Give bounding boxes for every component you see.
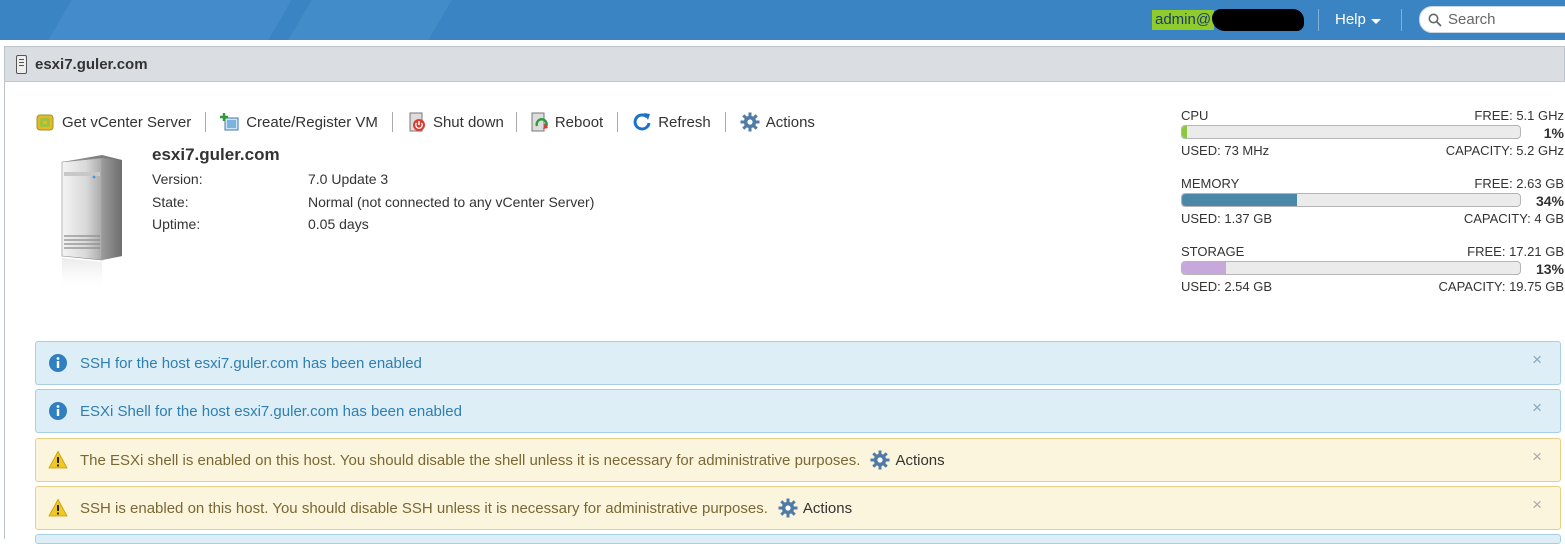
toolbar-item-label[interactable]: Shut down [433,114,504,131]
toolbar-item-label[interactable]: Reboot [555,114,603,131]
search-input[interactable] [1448,11,1565,28]
server-icon [61,155,122,294]
alert-actions-label[interactable]: Actions [803,500,852,517]
resource-used: USED: 1.37 GB [1181,211,1273,226]
host-name: esxi7.guler.com [152,145,280,164]
help-menu[interactable]: Help [1335,10,1381,30]
resource-capacity: CAPACITY: 4 GB [1463,211,1564,226]
toolbar-divider [515,112,517,132]
user-menu[interactable]: admin@ [1152,9,1305,31]
alert-text: SSH is enabled on this host. You should … [80,499,768,517]
host-info-value: 0.05 days [308,216,369,232]
alert-actions-button[interactable]: Actions [870,450,945,470]
resource-capacity: CAPACITY: 5.2 GHz [1445,143,1564,158]
alert-actions-label[interactable]: Actions [895,452,944,469]
reboot-icon [531,112,548,132]
get-vcenter-button[interactable]: Get vCenter Server [36,112,191,132]
panel-header: esxi7.guler.com [4,46,1565,82]
close-icon[interactable]: × [1532,398,1542,418]
user-name[interactable]: admin@ [1152,10,1215,30]
shut-down-button[interactable]: Shut down [407,112,504,132]
create-vm-icon [220,113,239,131]
gear-icon [870,450,890,470]
actions-button[interactable]: Actions [740,112,815,132]
close-icon[interactable]: × [1532,495,1542,515]
toolbar-divider [205,112,207,132]
resource-percent: 1% [1543,125,1564,141]
resource-used: USED: 2.54 GB [1181,279,1273,294]
toolbar-divider [391,112,393,132]
reboot-button[interactable]: Reboot [529,112,603,132]
host-icon [16,54,27,74]
warning-icon [48,498,68,517]
vcenter-icon [36,114,54,131]
host-info-value: Normal (not connected to any vCenter Ser… [308,194,595,210]
alert-info-partial [35,534,1561,544]
resource-free: FREE: 5.1 GHz [1474,108,1564,123]
warning-icon [48,450,68,469]
toolbar-item-label[interactable]: Refresh [658,114,711,131]
toolbar-divider [724,112,726,132]
topbar-divider [1401,9,1402,31]
resource-usage-bar [1181,261,1521,275]
resource-usage-fill [1182,262,1226,274]
alert-text: The ESXi shell is enabled on this host. … [80,451,861,469]
alert-text: ESXi Shell for the host esxi7.guler.com … [80,402,462,420]
help-label[interactable]: Help [1335,10,1366,30]
host-info-value: 7.0 Update 3 [308,171,389,187]
header-decoration [253,0,487,40]
resource-free: FREE: 17.21 GB [1467,244,1564,259]
info-icon [49,354,67,372]
resource-percent: 13% [1535,261,1564,277]
toolbar-item-label[interactable]: Actions [766,114,815,131]
host-info-key: Version: [152,171,203,187]
top-bar: admin@ Help [0,0,1565,40]
search-icon [1428,13,1442,27]
alert-info: ESXi Shell for the host esxi7.guler.com … [35,389,1561,433]
close-icon[interactable]: × [1532,447,1542,467]
refresh-icon [633,113,651,131]
chevron-down-icon[interactable] [1370,18,1381,24]
resource-usage-fill [1182,194,1297,206]
resource-percent: 34% [1535,193,1564,209]
refresh-button[interactable]: Refresh [632,112,711,132]
resource-usage-bar [1181,125,1521,139]
redacted-username [1212,9,1305,31]
alert-actions-button[interactable]: Actions [778,498,852,518]
resource-usage-bar [1181,193,1521,207]
toolbar-item-label[interactable]: Create/Register VM [246,114,378,131]
resource-used: USED: 73 MHz [1181,143,1270,158]
resource-name: CPU [1181,108,1209,123]
alert-info: SSH for the host esxi7.guler.com has bee… [35,341,1561,385]
resource-usage-fill [1182,126,1188,138]
search-box[interactable] [1419,6,1565,33]
alert-warning: SSH is enabled on this host. You should … [35,486,1561,530]
resource-name: STORAGE [1181,244,1245,259]
info-icon [49,402,67,420]
resource-free: FREE: 2.63 GB [1474,176,1564,191]
alert-warning: The ESXi shell is enabled on this host. … [35,438,1561,482]
resource-name: MEMORY [1181,176,1240,191]
resource-capacity: CAPACITY: 19.75 GB [1438,279,1564,294]
create-register-vm-button[interactable]: Create/Register VM [220,112,378,132]
close-icon[interactable]: × [1532,350,1542,370]
gear-icon [778,498,798,518]
toolbar-divider [617,112,619,132]
header-decoration [13,0,327,40]
alert-text: SSH for the host esxi7.guler.com has bee… [80,354,422,372]
host-info-key: State: [152,194,189,210]
topbar-divider [1318,9,1319,31]
panel-title: esxi7.guler.com [35,55,148,73]
toolbar-item-label[interactable]: Get vCenter Server [62,114,191,131]
shutdown-icon [409,112,425,132]
gear-icon [740,112,760,132]
host-info-key: Uptime: [152,216,201,232]
host-toolbar: Get vCenter Server Create/Register VM Sh… [36,111,815,133]
